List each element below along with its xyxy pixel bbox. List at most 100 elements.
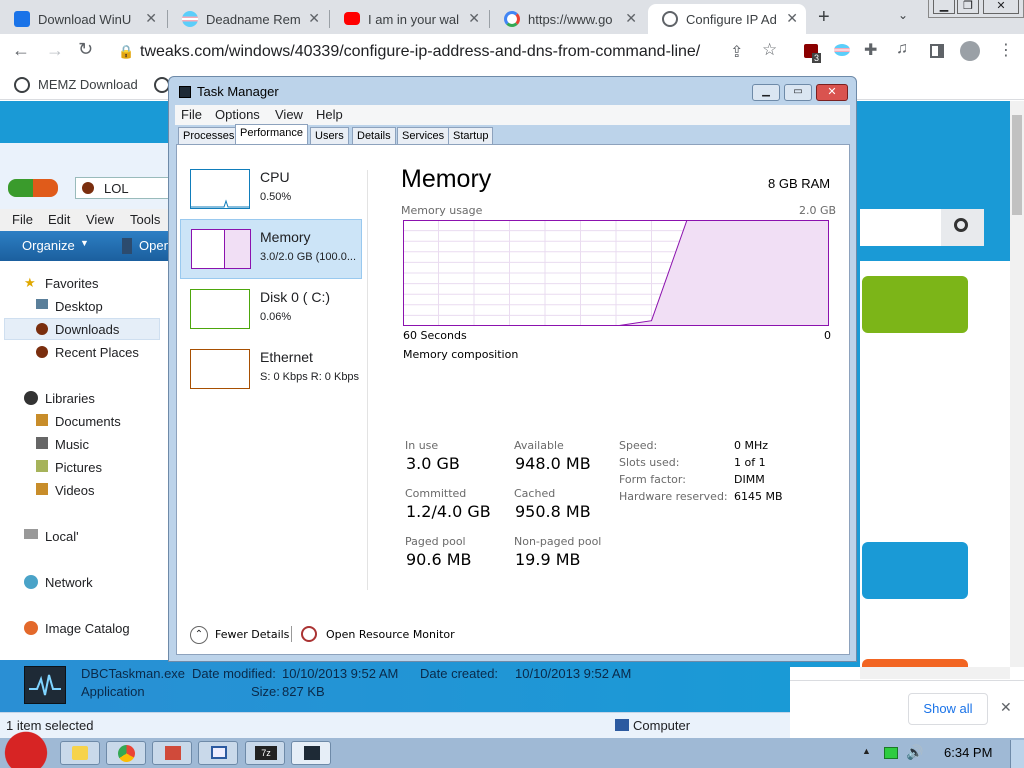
organize-button[interactable]: Organize — [22, 238, 75, 253]
sidebar-item-memory[interactable]: Memory 3.0/2.0 GB (100.0... — [180, 219, 362, 279]
tab-processes[interactable]: Processes — [178, 127, 240, 145]
taskbar-7zip[interactable]: 7z — [245, 741, 285, 765]
close-icon[interactable]: ✕ — [145, 10, 157, 27]
browser-tab-youtube[interactable]: I am in your wal ✕ — [330, 4, 488, 34]
restore-icon[interactable]: ❐ — [957, 0, 979, 14]
bookmark-star-icon[interactable]: ☆ — [762, 40, 777, 60]
tm-menu-view[interactable]: View — [275, 107, 303, 122]
explorer-window: LOL File Edit View Tools Organize ▼ Open… — [0, 143, 171, 738]
new-tab-button[interactable]: + — [818, 6, 830, 29]
menu-tools[interactable]: Tools — [130, 212, 160, 227]
start-button-angry-bird-icon[interactable] — [0, 730, 52, 768]
close-icon[interactable]: ✕ — [625, 10, 637, 27]
task-manager-window: Task Manager ▁ ▭ ✕ File Options View Hel… — [168, 76, 857, 662]
browser-tab-deadname[interactable]: Deadname Rem ✕ — [168, 4, 328, 34]
nav-pictures[interactable]: Pictures — [55, 460, 102, 475]
blue-banner[interactable] — [862, 542, 968, 599]
browser-tab-download[interactable]: Download WinU ✕ — [0, 4, 165, 34]
close-icon[interactable]: ✕ — [786, 10, 798, 27]
fewer-details-link[interactable]: Fewer Details — [215, 628, 289, 641]
menu-edit[interactable]: Edit — [48, 212, 70, 227]
tm-menu-options[interactable]: Options — [215, 107, 260, 122]
open-button[interactable]: Open — [139, 238, 171, 253]
forward-icon[interactable]: → — [46, 40, 64, 61]
browser-tab-configure-ip[interactable]: Configure IP Ad ✕ — [648, 4, 806, 34]
nav-recent[interactable]: Recent Places — [55, 345, 139, 360]
menu-view[interactable]: View — [86, 212, 114, 227]
tm-close-icon[interactable]: ✕ — [816, 84, 848, 101]
close-icon[interactable]: ✕ — [468, 10, 480, 27]
nav-music[interactable]: Music — [55, 437, 89, 452]
tm-minimize-icon[interactable]: ▁ — [752, 84, 780, 101]
back-forward-icon[interactable] — [8, 179, 58, 197]
close-shelf-icon[interactable]: ✕ — [1000, 699, 1012, 716]
tab-search-icon[interactable]: ⌄ — [898, 8, 908, 22]
battery-icon[interactable] — [884, 747, 898, 759]
minimize-icon[interactable]: ▁ — [933, 0, 955, 14]
tm-maximize-icon[interactable]: ▭ — [784, 84, 812, 101]
chrome-icon — [118, 745, 135, 762]
nav-desktop[interactable]: Desktop — [55, 299, 103, 314]
tm-menu-file[interactable]: File — [181, 107, 202, 122]
deadname-extension-icon[interactable] — [834, 44, 850, 56]
taskbar-task-manager[interactable] — [291, 741, 331, 765]
tm-menu-help[interactable]: Help — [316, 107, 343, 122]
taskbar-explorer[interactable] — [60, 741, 100, 765]
tab-users[interactable]: Users — [310, 127, 349, 145]
window-controls: ▁ ❐ ✕ — [928, 0, 1024, 18]
cached-label: Cached — [514, 487, 556, 500]
taskbar-clock[interactable]: 6:34 PM — [944, 745, 992, 760]
tab-label: Configure IP Ad — [686, 11, 777, 27]
green-banner[interactable] — [862, 276, 968, 333]
sidebar-item-cpu[interactable]: CPU 0.50% — [180, 160, 362, 220]
details-size: 827 KB — [282, 684, 325, 699]
nav-network[interactable]: Network — [45, 575, 93, 590]
reload-icon[interactable]: ↻ — [78, 39, 93, 60]
share-icon[interactable]: ⇪ — [730, 42, 743, 62]
nav-local[interactable]: Local' — [45, 529, 79, 544]
nav-libraries[interactable]: Libraries — [45, 391, 95, 406]
menu-file[interactable]: File — [12, 212, 33, 227]
address-bar[interactable]: 🔒 tweaks.com/windows/40339/configure-ip-… — [108, 38, 788, 66]
bookmark-memz[interactable]: MEMZ Download — [38, 77, 138, 92]
close-window-icon[interactable]: ✕ — [983, 0, 1019, 14]
nav-image-catalog[interactable]: Image Catalog — [45, 621, 130, 636]
chevron-up-icon[interactable]: ⌃ — [190, 626, 208, 644]
github-icon — [14, 77, 30, 93]
profile-avatar-icon[interactable] — [960, 41, 980, 61]
taskbar-monitor[interactable] — [198, 741, 238, 765]
more-menu-icon[interactable]: ⋮ — [998, 40, 1014, 60]
nav-documents[interactable]: Documents — [55, 414, 121, 429]
back-icon[interactable]: ← — [12, 40, 30, 61]
slots-value: 1 of 1 — [734, 456, 766, 469]
taskbar-chrome[interactable] — [106, 741, 146, 765]
memory-composition-label: Memory composition — [403, 348, 519, 361]
side-panel-icon[interactable] — [930, 44, 944, 58]
nav-videos[interactable]: Videos — [55, 483, 95, 498]
nav-downloads[interactable]: Downloads — [55, 322, 119, 337]
search-button[interactable] — [941, 209, 984, 246]
media-control-icon[interactable]: ♫ — [896, 40, 908, 58]
tab-startup[interactable]: Startup — [448, 127, 494, 145]
show-all-button[interactable]: Show all — [908, 693, 988, 725]
tray-chevron-up-icon[interactable]: ▲ — [862, 746, 871, 756]
tab-services[interactable]: Services — [397, 127, 450, 145]
orange-banner[interactable] — [862, 659, 968, 667]
sidebar-item-disk[interactable]: Disk 0 ( C:) 0.06% — [180, 280, 362, 340]
nav-favorites[interactable]: Favorites — [45, 276, 98, 291]
details-date-created-label: Date created: — [420, 666, 499, 681]
tab-performance[interactable]: Performance — [235, 124, 308, 145]
horizontal-scrollbar[interactable] — [860, 667, 1010, 679]
close-icon[interactable]: ✕ — [308, 10, 320, 27]
scrollbar-thumb[interactable] — [1012, 115, 1022, 215]
taskbar-app[interactable] — [152, 741, 192, 765]
browser-tab-google[interactable]: https://www.go ✕ — [490, 4, 645, 34]
volume-icon[interactable]: 🔊 — [906, 744, 923, 761]
sidebar-item-ethernet[interactable]: Ethernet S: 0 Kbps R: 0 Kbps — [180, 340, 362, 400]
page-scrollbar[interactable] — [1010, 101, 1024, 667]
show-desktop-button[interactable] — [1010, 740, 1024, 768]
open-resource-monitor-link[interactable]: Open Resource Monitor — [326, 628, 455, 641]
breadcrumb[interactable]: LOL — [75, 177, 170, 199]
extensions-puzzle-icon[interactable]: ✚ — [864, 40, 877, 60]
tab-details[interactable]: Details — [352, 127, 396, 145]
